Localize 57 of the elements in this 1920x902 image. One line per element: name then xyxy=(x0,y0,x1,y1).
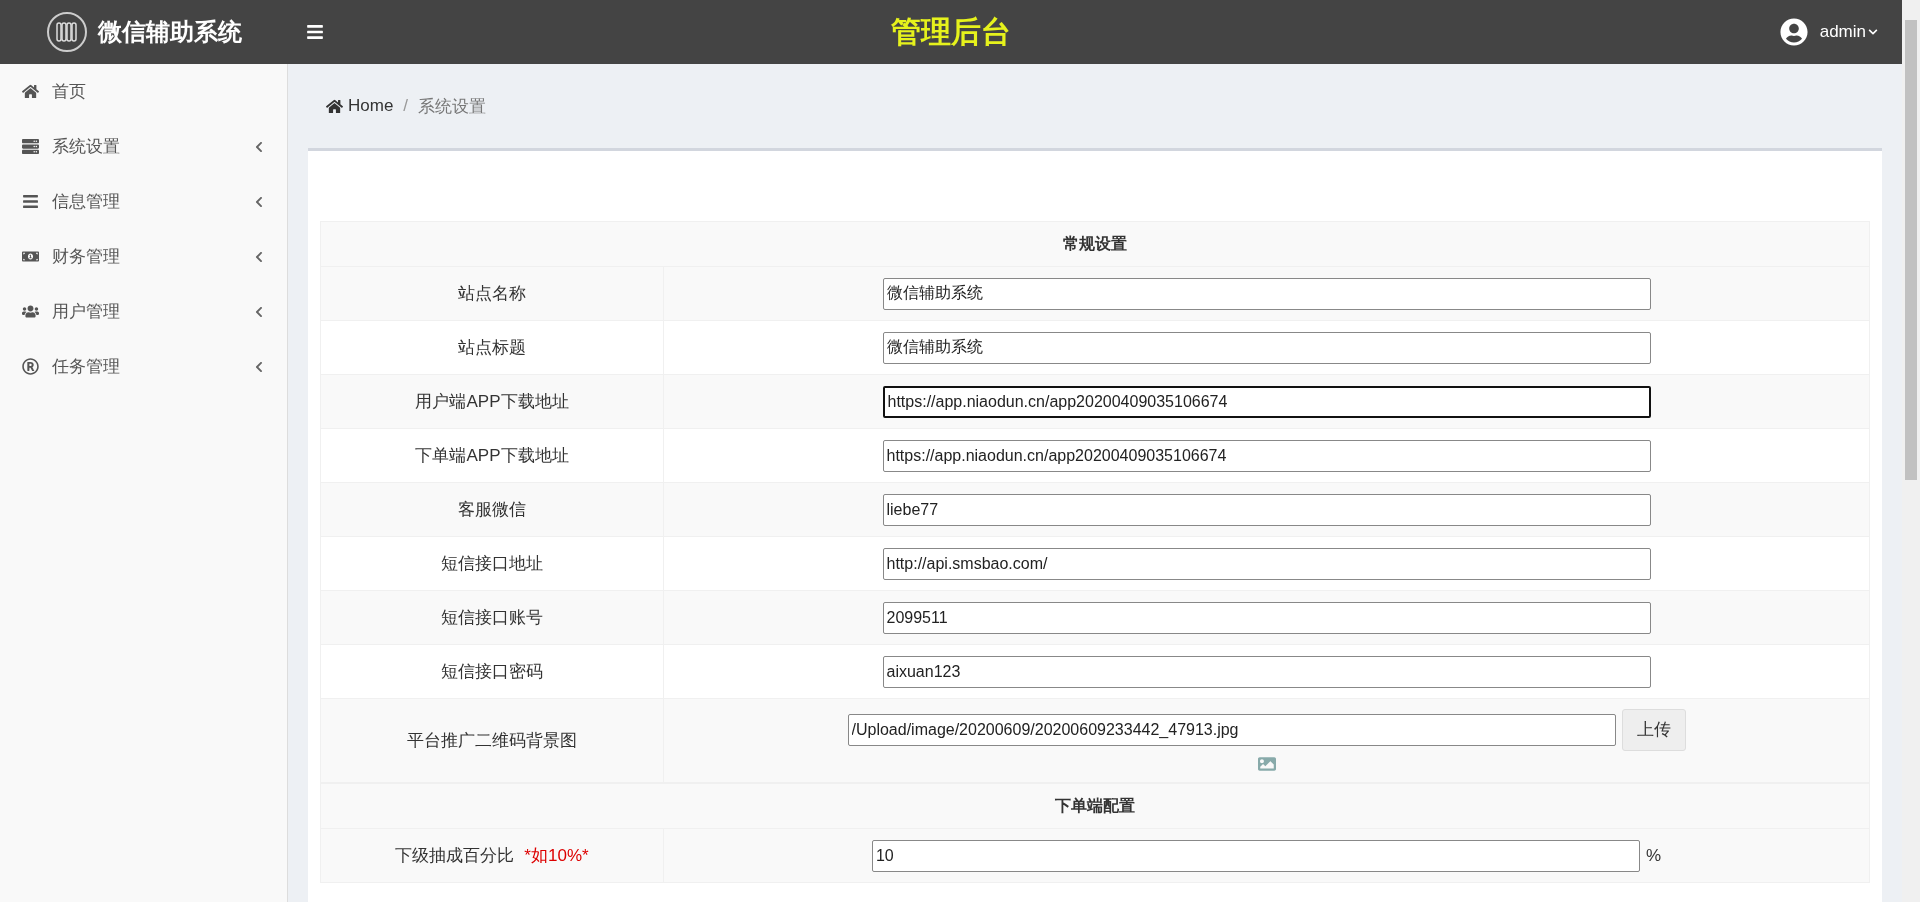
field-label: 客服微信 xyxy=(458,499,526,521)
text-field[interactable]: liebe77 xyxy=(882,493,1651,526)
user-menu[interactable]: admin xyxy=(1819,22,1878,42)
server-icon xyxy=(22,138,39,155)
field-label: 站点名称 xyxy=(458,283,526,305)
field-label: 用户端APP下载地址 xyxy=(415,391,569,413)
text-field[interactable]: https://app.niaodun.cn/app20200409035106674 xyxy=(882,439,1651,472)
field-label: 平台推广二维码背景图 xyxy=(407,730,577,752)
section-heading: 常规设置 xyxy=(320,221,1870,267)
sidebar-item[interactable]: 任务管理 xyxy=(0,339,287,394)
breadcrumb-separator: / xyxy=(403,96,409,116)
field-label: 下级抽成百分比 xyxy=(395,845,515,867)
breadcrumb-home-link[interactable]: Home xyxy=(326,96,394,116)
users-icon xyxy=(22,303,39,320)
sidebar-item[interactable]: 财务管理 xyxy=(0,229,287,284)
scrollbar[interactable] xyxy=(1902,0,1920,902)
field-label: 站点标题 xyxy=(458,337,526,359)
page-title: 管理后台 xyxy=(891,13,1011,50)
sidebar-label: 信息管理 xyxy=(52,191,121,213)
unit-label: % xyxy=(1645,845,1662,866)
field-label: 下单端APP下载地址 xyxy=(415,445,569,467)
menu-icon[interactable] xyxy=(306,23,324,41)
text-field[interactable]: aixuan123 xyxy=(882,655,1651,688)
text-field[interactable]: 微信辅助系统 xyxy=(882,277,1651,310)
broken-image-icon xyxy=(1257,754,1276,773)
user-avatar-icon xyxy=(1779,18,1808,46)
caret-icon xyxy=(1868,27,1878,37)
section-heading: 下单端配置 xyxy=(320,783,1870,829)
sidebar-label: 财务管理 xyxy=(52,246,121,268)
text-field[interactable]: 10 xyxy=(871,839,1640,872)
sidebar-item[interactable]: 信息管理 xyxy=(0,174,287,229)
home-icon xyxy=(326,97,343,115)
sidebar-label: 用户管理 xyxy=(52,301,121,323)
field-label: 短信接口账号 xyxy=(441,607,543,629)
sidebar-item[interactable]: 用户管理 xyxy=(0,284,287,339)
text-field[interactable]: /Upload/image/20200609/20200609233442_47913.jpg xyxy=(847,713,1616,746)
logo-icon xyxy=(46,11,88,53)
field-label: 短信接口地址 xyxy=(441,553,543,575)
home-icon xyxy=(22,83,39,100)
text-field[interactable]: 2099511 xyxy=(882,601,1651,634)
upload-button[interactable]: 上传 xyxy=(1621,708,1686,751)
sidebar-item[interactable]: 系统设置 xyxy=(0,119,287,174)
breadcrumb-current: 系统设置 xyxy=(418,95,487,118)
text-field[interactable]: https://app.niaodun.cn/app20200409035106674 xyxy=(882,385,1651,418)
scrollbar-thumb[interactable] xyxy=(1905,20,1917,480)
list-icon xyxy=(22,193,39,210)
registered-icon xyxy=(22,358,39,375)
sidebar-item[interactable]: 首页 xyxy=(0,64,287,119)
money-icon xyxy=(22,248,39,265)
sidebar-label: 任务管理 xyxy=(52,356,121,378)
field-label: 短信接口密码 xyxy=(441,661,543,683)
text-field[interactable]: 微信辅助系统 xyxy=(882,331,1651,364)
field-hint: *如10%* xyxy=(524,845,589,867)
sidebar-label: 首页 xyxy=(52,81,87,103)
brand-name: 微信辅助系统 xyxy=(98,17,242,47)
sidebar-label: 系统设置 xyxy=(52,136,121,158)
text-field[interactable]: http://api.smsbao.com/ xyxy=(882,547,1651,580)
